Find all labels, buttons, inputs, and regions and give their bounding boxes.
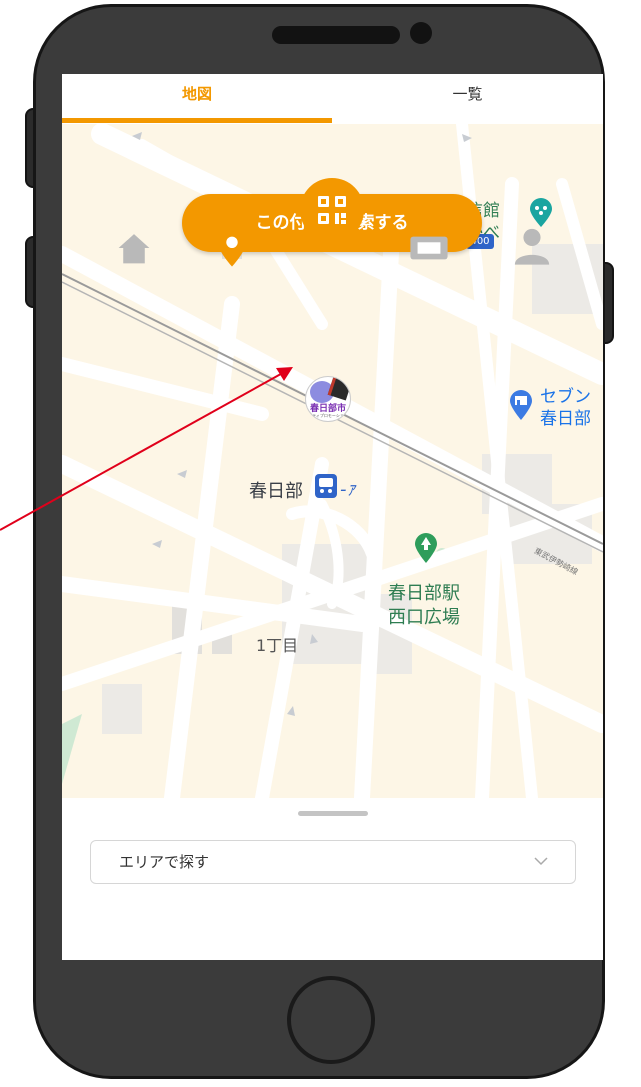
illustration-stage: 地図 一覧 400 信館 かべ セブン 春日部 春日部市 シティプロモーション … [0,0,641,1087]
annotation-arrow [0,367,293,531]
